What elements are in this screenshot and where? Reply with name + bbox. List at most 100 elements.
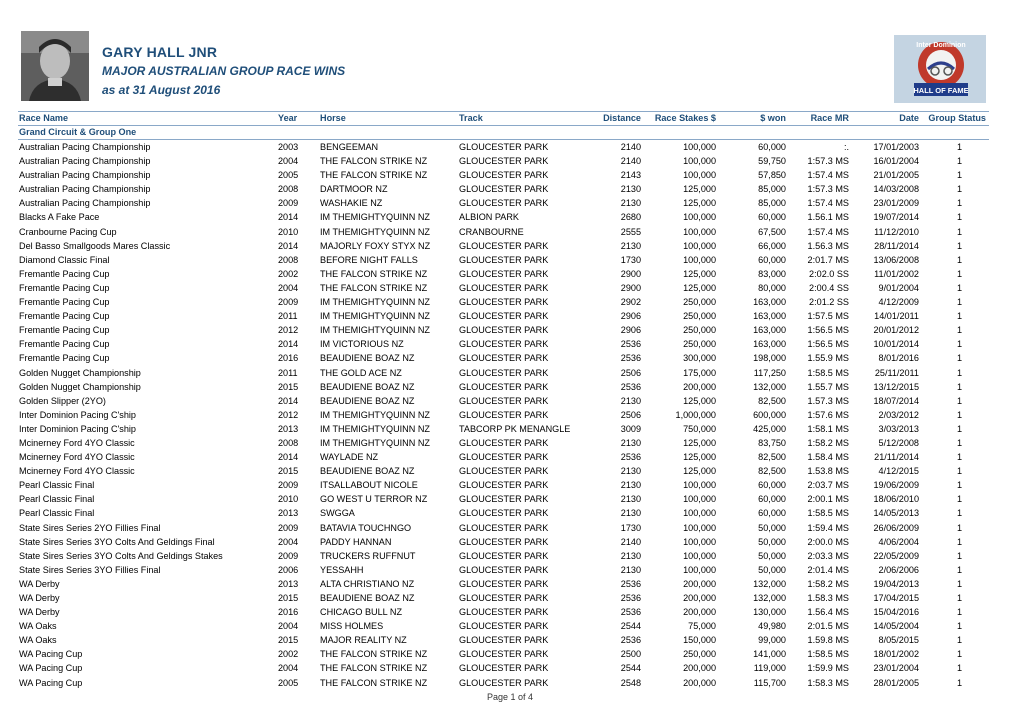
cell-distance: 2143 (620, 170, 641, 181)
cell-year: 2002 (278, 268, 299, 279)
cell-date: 16/01/2004 (873, 156, 919, 167)
cell-group-status: 1 (956, 198, 962, 209)
cell-distance: 2140 (620, 142, 641, 152)
cell-group-status: 1 (956, 311, 962, 322)
cell-date: 10/01/2014 (873, 339, 919, 350)
report-subtitle: MAJOR AUSTRALIAN GROUP RACE WINS (102, 64, 346, 78)
cell-track: TABCORP PK MENANGLE (459, 423, 571, 434)
cell-year: 2011 (278, 311, 298, 322)
cell-group-status: 1 (956, 508, 962, 519)
cell-track: GLOUCESTER PARK (459, 297, 549, 308)
cell-won: 60,000 (758, 212, 786, 223)
cell-year: 2013 (278, 508, 299, 519)
cell-horse: ALTA CHRISTIANO NZ (320, 578, 415, 589)
group-heading: Grand Circuit & Group One (19, 127, 137, 137)
cell-track: GLOUCESTER PARK (459, 550, 549, 561)
cell-distance: 2536 (620, 339, 641, 350)
cell-group-status: 1 (956, 156, 962, 167)
hall-of-fame-logo-image: Inter Dominion HALL OF FAME (894, 35, 986, 103)
cell-track: GLOUCESTER PARK (459, 142, 549, 152)
cell-horse: TRUCKERS RUFFNUT (320, 550, 416, 561)
cell-race-name: Fremantle Pacing Cup (19, 282, 110, 293)
cell-date: 19/06/2009 (873, 480, 919, 491)
cell-horse: BEAUDIENE BOAZ NZ (320, 353, 415, 364)
cell-track: GLOUCESTER PARK (459, 395, 549, 406)
cell-track: GLOUCESTER PARK (459, 522, 549, 533)
table-row: Australian Pacing Championship 2005 THE FA… (18, 168, 989, 182)
table-row: Golden Nugget Championship 2011 THE GOLD A… (18, 366, 989, 380)
cell-race-name: State Sires Series 3YO Colts And Gelding… (19, 550, 223, 561)
cell-year: 2015 (278, 635, 299, 646)
cell-date: 19/04/2013 (873, 578, 919, 589)
cell-group-status: 1 (956, 452, 962, 463)
cell-race-stakes: 100,000 (683, 254, 716, 265)
report-title: GARY HALL JNR (102, 44, 218, 60)
cell-horse: BENGEEMAN (320, 142, 379, 152)
table-row: Diamond Classic Final 2008 BEFORE NIGHT FA… (18, 253, 989, 267)
cell-year: 2009 (278, 480, 299, 491)
cell-track: GLOUCESTER PARK (459, 198, 549, 209)
cell-group-status: 1 (956, 423, 962, 434)
cell-race-stakes: 200,000 (683, 578, 716, 589)
cell-track: GLOUCESTER PARK (459, 353, 549, 364)
cell-race-stakes: 250,000 (683, 311, 716, 322)
cell-group-status: 1 (956, 325, 962, 336)
cell-date: 23/01/2004 (873, 663, 919, 674)
cell-won: 60,000 (758, 508, 786, 519)
cell-date: 4/12/2015 (878, 466, 919, 477)
cell-year: 2016 (278, 353, 299, 364)
cell-race-mr: 1.56.1 MS (807, 212, 849, 223)
cell-race-stakes: 100,000 (683, 212, 716, 223)
cell-horse: THE FALCON STRIKE NZ (320, 156, 428, 167)
table-row: Fremantle Pacing Cup 2002 THE FALCON STRIK… (18, 267, 989, 281)
cell-group-status: 1 (956, 578, 962, 589)
cell-horse: IM THEMIGHTYQUINN NZ (320, 297, 430, 308)
cell-race-mr: 1:57.4 MS (807, 226, 849, 237)
cell-date: 11/01/2002 (874, 268, 919, 279)
cell-date: 4/12/2009 (878, 297, 919, 308)
cell-date: 17/01/2003 (873, 142, 919, 152)
cell-date: 5/12/2008 (878, 437, 919, 448)
table-row: Inter Dominion Pacing C'ship 2013 IM THEMI… (18, 422, 989, 436)
cell-race-stakes: 250,000 (683, 339, 716, 350)
cell-won: 600,000 (753, 409, 786, 420)
cell-race-stakes: 100,000 (683, 508, 716, 519)
cell-won: 60,000 (758, 142, 786, 152)
cell-date: 19/07/2014 (873, 212, 919, 223)
table-row: Inter Dominion Pacing C'ship 2012 IM THEMI… (18, 408, 989, 422)
cell-group-status: 1 (956, 170, 962, 181)
cell-race-name: Pearl Classic Final (19, 480, 95, 491)
cell-race-stakes: 175,000 (683, 367, 716, 378)
cell-date: 13/06/2008 (873, 254, 919, 265)
cell-distance: 2500 (620, 649, 641, 660)
cell-race-mr: 1:58.5 MS (807, 508, 849, 519)
cell-race-mr: 1:57.6 MS (807, 409, 849, 420)
cell-race-name: Golden Nugget Championship (19, 367, 141, 378)
cell-won: 115,700 (753, 677, 786, 688)
cell-year: 2015 (278, 593, 299, 603)
cell-group-status: 1 (956, 536, 962, 547)
cell-race-mr: 1:57.3 MS (807, 184, 849, 195)
cell-year: 2004 (278, 282, 299, 293)
cell-horse: IM THEMIGHTYQUINN NZ (320, 212, 430, 223)
col-race-mr: Race MR (810, 113, 849, 123)
cell-race-stakes: 100,000 (683, 522, 716, 533)
cell-race-name: State Sires Series 3YO Colts And Gelding… (19, 536, 215, 547)
cell-date: 14/03/2008 (873, 184, 919, 195)
cell-won: 50,000 (758, 564, 786, 575)
cell-won: 425,000 (753, 423, 786, 434)
cell-distance: 2536 (620, 593, 641, 603)
col-group-status: Group Status (928, 113, 986, 123)
cell-group-status: 1 (956, 437, 962, 448)
cell-year: 2013 (278, 423, 299, 434)
cell-horse: MAJORLY FOXY STYX NZ (320, 240, 431, 251)
cell-year: 2009 (278, 297, 299, 308)
cell-race-stakes: 100,000 (683, 564, 716, 575)
logo-bottom-text: HALL OF FAME (913, 86, 968, 95)
table-row: Australian Pacing Championship 2009 WASHAK… (18, 196, 989, 210)
cell-track: GLOUCESTER PARK (459, 663, 549, 674)
cell-distance: 2130 (620, 466, 641, 477)
cell-track: GLOUCESTER PARK (459, 184, 549, 195)
cell-year: 2008 (278, 184, 299, 195)
cell-race-name: Inter Dominion Pacing C'ship (19, 423, 136, 434)
